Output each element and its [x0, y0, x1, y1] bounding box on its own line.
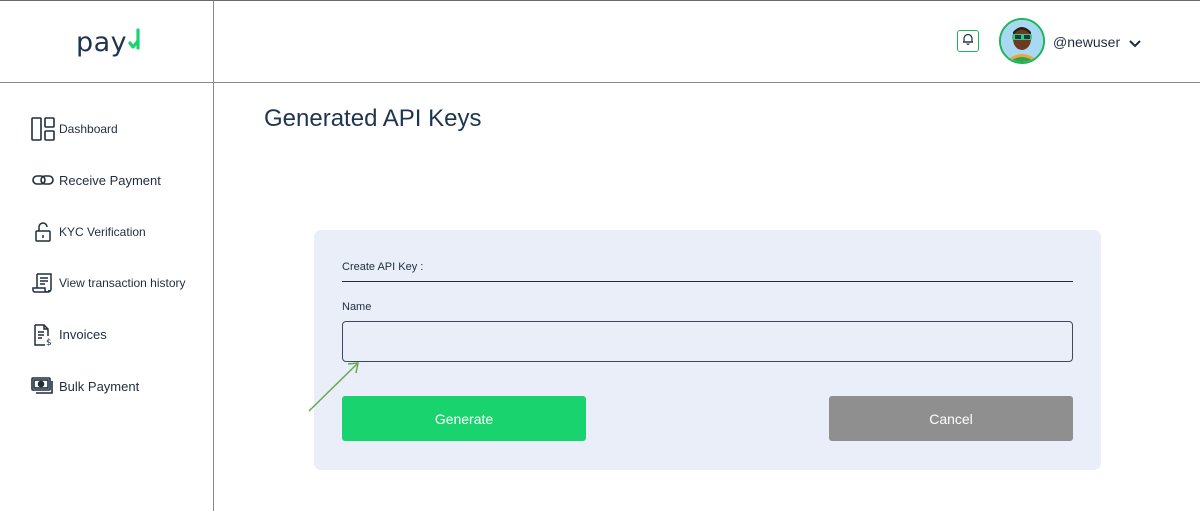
sidebar-item-receive-payment[interactable]: Receive Payment: [0, 155, 213, 207]
sidebar-item-bulk-payment[interactable]: Bulk Payment: [0, 361, 213, 413]
sidebar-item-label: Dashboard: [59, 121, 118, 136]
name-label: Name: [342, 301, 372, 313]
lock-icon: [31, 220, 55, 244]
generate-button[interactable]: Generate: [342, 396, 586, 441]
bell-icon: [961, 32, 975, 51]
notification-button[interactable]: [957, 30, 979, 52]
link-icon: [31, 168, 55, 192]
username[interactable]: @newuser: [1053, 34, 1120, 50]
svg-text:$: $: [46, 338, 52, 346]
divider: [342, 281, 1073, 282]
sidebar-item-label: Receive Payment: [59, 172, 161, 188]
logo-area: pay: [0, 1, 213, 83]
sidebar-nav: Dashboard Receive Payment KYC Verificati…: [0, 83, 213, 412]
sidebar-item-label: View transaction history: [59, 276, 186, 291]
create-api-key-card: Create API Key : Name Generate Cancel: [314, 230, 1101, 470]
cash-icon: [31, 374, 55, 398]
dashboard-icon: [31, 116, 55, 141]
sidebar-item-label: Bulk Payment: [59, 378, 140, 394]
logo-check-icon: [127, 28, 143, 54]
invoice-icon: $: [31, 323, 55, 347]
payd-logo[interactable]: pay: [76, 27, 143, 58]
receipt-icon: [31, 271, 55, 295]
sidebar-item-kyc-verification[interactable]: KYC Verification: [0, 206, 213, 258]
name-input[interactable]: [342, 321, 1073, 362]
create-api-key-heading: Create API Key :: [342, 261, 424, 273]
sidebar: pay Dashboard Receive Payment KYC Verifi…: [0, 1, 214, 511]
chevron-down-icon[interactable]: [1128, 36, 1142, 54]
sidebar-item-label: Invoices: [59, 327, 107, 343]
sidebar-item-label: KYC Verification: [59, 224, 146, 239]
pointer-arrow-icon: [306, 358, 366, 419]
top-header: @newuser: [214, 1, 1200, 83]
cancel-button[interactable]: Cancel: [829, 396, 1073, 441]
sidebar-item-dashboard[interactable]: Dashboard: [0, 103, 213, 155]
sidebar-item-invoices[interactable]: $ Invoices: [0, 309, 213, 361]
avatar[interactable]: [999, 18, 1045, 64]
page-title: Generated API Keys: [264, 105, 482, 132]
sidebar-item-transaction-history[interactable]: View transaction history: [0, 258, 213, 310]
logo-text: pay: [76, 27, 128, 58]
